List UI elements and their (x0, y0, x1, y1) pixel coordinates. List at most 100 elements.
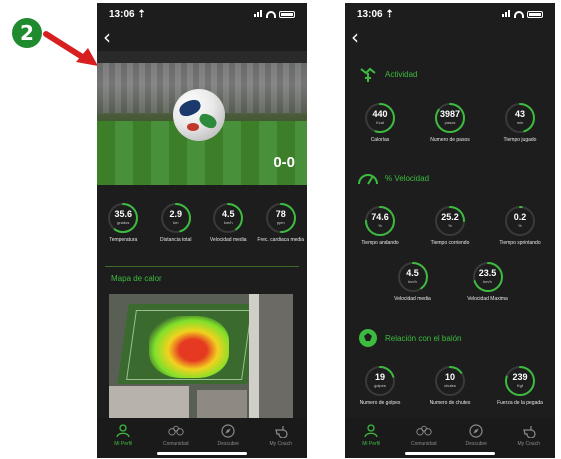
stat-ring: 74.6% (364, 205, 396, 237)
stat-item: 74.6% Tiempo andando (355, 205, 405, 246)
tab-comunidad[interactable]: Comunidad (151, 423, 201, 447)
stat-item: 43 min Tiempo jugado (495, 102, 545, 143)
tab-mi-perfil[interactable]: Mi Perfil (98, 423, 148, 447)
stat-unit: Kgf (516, 383, 523, 388)
tab-label: Mi Perfil (114, 441, 133, 447)
screenshot-stage: 2 13:06 ⇡ ‹ 0-0 35.6 grados Temperatura 2.9… (0, 0, 561, 459)
stat-item: 0.2% Tiempo sprintando (495, 205, 545, 246)
stat-label: Frec. cardiaca media (257, 237, 305, 243)
heatmap-title: Mapa de calor (111, 274, 162, 283)
tab-label: My Coach (269, 441, 292, 447)
stat-unit: min (516, 120, 524, 125)
battery-icon (279, 10, 295, 18)
stat-ring: 35.6 grados (107, 202, 139, 234)
tab-my-coach[interactable]: My Coach (256, 423, 306, 447)
stat-ring: 4.5 km/h (212, 202, 244, 234)
stat-value: 4.5 (221, 209, 235, 219)
stat-item: 78 ppm Frec. cardiaca media (256, 202, 306, 243)
section-header-speed: % Velocidad (357, 167, 429, 189)
back-button[interactable]: ‹ (103, 27, 111, 47)
back-button[interactable]: ‹ (351, 27, 359, 47)
stat-ring: 23.5 km/h (472, 261, 504, 293)
wifi-icon (266, 10, 276, 18)
status-bar: 13:06 ⇡ (345, 3, 555, 25)
stat-unit: Kcal (376, 120, 384, 125)
section-header-activity: Actividad (357, 63, 417, 85)
stat-ring: 3987 pasos (434, 102, 466, 134)
stat-item: 239 Kgf Fuerza de la pegada (495, 365, 545, 406)
phone-screen-match: 13:06 ⇡ ‹ 0-0 35.6 grados Temperatura 2.9 km… (97, 3, 307, 458)
phone-screen-stats: 13:06 ⇡ ‹ Actividad 440 Kcal Calorías 3987 p… (345, 3, 555, 458)
tab-descubre[interactable]: Descubre (451, 423, 501, 447)
profile-icon (363, 423, 379, 439)
speed-stats-row-1: 74.6% Tiempo andando 25.2% Tiempo corriendo… (345, 205, 555, 246)
section-header-ball: Relación con el balón (357, 327, 462, 349)
stat-value: 10 (444, 372, 455, 382)
tab-descubre[interactable]: Descubre (203, 423, 253, 447)
stat-ring: 10 chutes (434, 365, 466, 397)
stat-label: Calorías (370, 137, 390, 143)
stat-item: 25.2% Tiempo corriendo (425, 205, 475, 246)
stat-label: Tiempo jugado (503, 137, 537, 143)
status-time: 13:06 ⇡ (357, 8, 394, 20)
stat-unit: grados (117, 220, 130, 225)
match-hero-image: 0-0 (97, 51, 307, 185)
stat-label: Distancia total (160, 237, 192, 243)
stat-unit: km/h (223, 220, 233, 225)
community-icon (416, 423, 432, 439)
status-icons (502, 9, 543, 20)
tab-label: Comunidad (410, 441, 437, 447)
stat-label: Tiempo corriendo (430, 240, 470, 246)
whistle-icon (273, 423, 289, 439)
heatmap-overlay (149, 316, 229, 378)
tab-my-coach[interactable]: My Coach (504, 423, 554, 447)
stat-item: 440 Kcal Calorías (355, 102, 405, 143)
stat-label: Velocidad media (209, 237, 247, 243)
community-icon (168, 423, 184, 439)
stat-label: Temperatura (109, 237, 138, 243)
stat-ring: 78 ppm (265, 202, 297, 234)
heatmap-map[interactable] (109, 294, 293, 418)
ball-stats-row: 19 golpes Numero de golpes 10 chutes Numero d… (345, 365, 555, 406)
stat-value: 43 (514, 109, 525, 119)
tab-mi-perfil[interactable]: Mi Perfil (346, 423, 396, 447)
section-title: % Velocidad (385, 173, 430, 183)
signal-icon (502, 9, 511, 20)
stat-value: 0.2 (513, 212, 527, 222)
pointer-arrow-icon (43, 31, 98, 66)
speedometer-icon (357, 167, 379, 189)
home-indicator[interactable] (405, 452, 495, 455)
battery-icon (527, 10, 543, 18)
stat-ring: 43 min (504, 102, 536, 134)
stat-item: 10 chutes Numero de chutes (425, 365, 475, 406)
stat-item: 4.5 km/h Velocidad media (203, 202, 253, 243)
stat-unit: km (173, 220, 179, 225)
profile-icon (115, 423, 131, 439)
stat-unit: % (448, 223, 452, 228)
stat-value: 239 (512, 372, 528, 382)
stat-label: Velocidad media (394, 296, 431, 302)
stat-label: Velocidad Maxima (467, 296, 508, 302)
stat-unit: km/h (408, 279, 417, 284)
stat-item: 4.5 km/h Velocidad media (388, 261, 438, 302)
status-bar: 13:06 ⇡ (97, 3, 307, 25)
stat-value: 74.6 (371, 212, 389, 222)
stat-ring: 0.2% (504, 205, 536, 237)
stat-label: Numero de golpes (359, 400, 401, 406)
stat-value: 4.5 (406, 268, 419, 278)
compass-icon (220, 423, 236, 439)
stat-item: 2.9 km Distancia total (151, 202, 201, 243)
tab-label: My Coach (517, 441, 540, 447)
stat-label: Tiempo andando (361, 240, 399, 246)
home-indicator[interactable] (157, 452, 247, 455)
activity-icon (357, 63, 379, 85)
tab-comunidad[interactable]: Comunidad (399, 423, 449, 447)
stat-value: 2.9 (169, 209, 182, 219)
section-divider (105, 266, 299, 267)
stat-label: Numero de chutes (429, 400, 471, 406)
stat-value: 3987 (439, 109, 461, 119)
stat-value: 78 (275, 209, 286, 219)
stat-value: 19 (374, 372, 385, 382)
stat-unit: pasos (444, 120, 456, 125)
stat-ring: 239 Kgf (504, 365, 536, 397)
